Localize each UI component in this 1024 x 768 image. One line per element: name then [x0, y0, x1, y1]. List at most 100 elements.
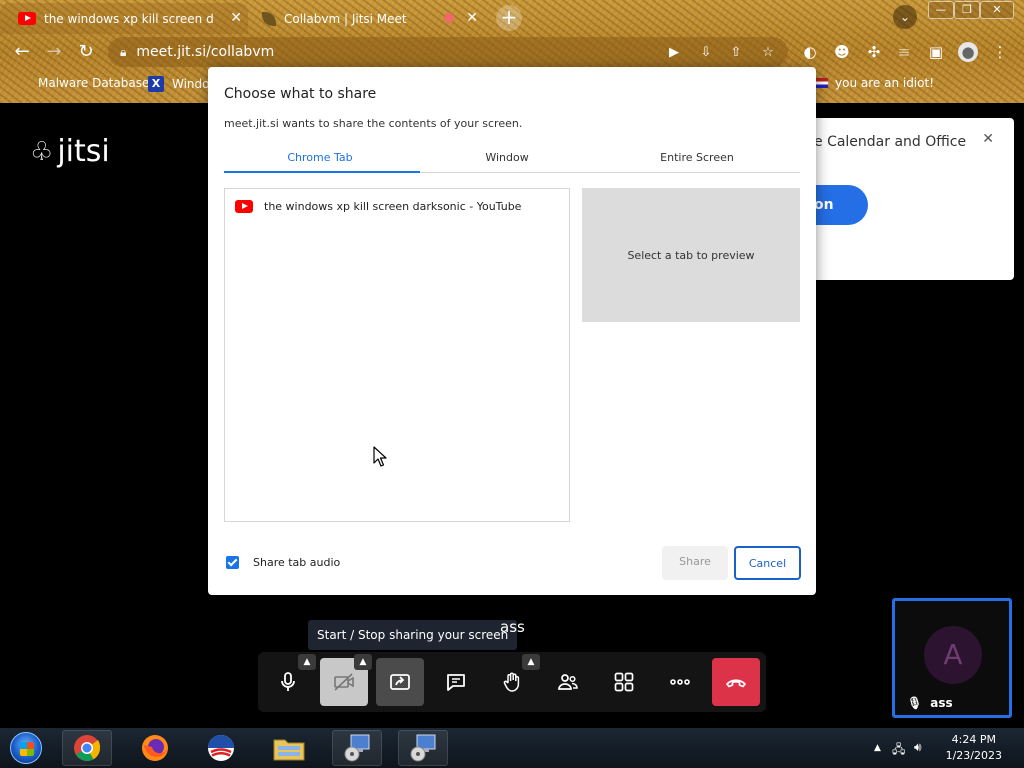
bookmark-windows[interactable]: X Windo	[148, 76, 210, 92]
jitsi-logo[interactable]: ♧ jitsi	[30, 134, 110, 169]
side-panel-icon[interactable]: ▣	[926, 42, 946, 62]
tab-title: the windows xp kill screen darksonic	[44, 11, 214, 26]
screenshare-button[interactable]	[376, 658, 424, 706]
cancel-button[interactable]: Cancel	[734, 546, 801, 580]
install-app-icon[interactable]: ⇩	[698, 45, 714, 61]
share-tab-audio-checkbox[interactable]: Share tab audio	[226, 556, 340, 569]
tab-entire-screen[interactable]: Entire Screen	[601, 151, 793, 164]
clock[interactable]: 4:24 PM 1/23/2023	[946, 732, 1002, 764]
recording-dot-icon	[444, 13, 454, 23]
tab-preview-pane: Select a tab to preview	[582, 188, 800, 322]
windows-start-orb-icon	[10, 732, 42, 764]
close-window-button[interactable]: ✕	[980, 1, 1014, 19]
more-actions-button[interactable]	[656, 658, 704, 706]
taskbar-vm-app-2[interactable]	[398, 730, 448, 766]
chrome-icon	[74, 735, 101, 761]
minimize-button[interactable]: —	[928, 1, 954, 19]
reload-icon[interactable]: ↻	[74, 40, 98, 64]
bookmark-star-icon[interactable]: ☆	[760, 45, 776, 61]
close-tab-icon[interactable]: ✕	[230, 10, 242, 26]
participants-icon	[558, 674, 578, 690]
jitsi-mark-icon: ♧	[30, 136, 54, 167]
taskbar-explorer[interactable]	[264, 730, 314, 766]
tile-view-icon	[614, 672, 634, 692]
circle-logo-icon	[208, 735, 234, 761]
reactions-chevron-icon[interactable]: ▲	[522, 654, 540, 670]
tab-strip: the windows xp kill screen darksonic ✕ C…	[0, 0, 1024, 34]
reading-list-icon[interactable]: ≡	[894, 42, 914, 62]
avatar: A	[924, 626, 982, 684]
close-tab-icon[interactable]: ✕	[466, 10, 478, 26]
tab-title: Collabvm | Jitsi Meet	[284, 11, 407, 26]
camera-off-icon	[334, 673, 354, 691]
restore-button[interactable]: ❐	[954, 1, 980, 19]
screenshare-tooltip: Start / Stop sharing your screen	[308, 620, 518, 650]
chrome-tab-list: the windows xp kill screen darksonic - Y…	[224, 188, 570, 522]
share-icon[interactable]: ⇧	[728, 45, 744, 61]
extension-avatar-icon[interactable]: ☻	[832, 42, 852, 62]
video-settings-chevron-icon[interactable]: ▲	[354, 654, 372, 670]
browser-toolbar: ← → ↻ 🔒︎ meet.jit.si/collabvm ▶ ⇩ ⇧ ☆ ◐ …	[0, 34, 1024, 70]
firefox-icon	[142, 735, 168, 761]
extensions-puzzle-icon[interactable]: ✣	[864, 42, 884, 62]
youtube-icon	[18, 12, 36, 25]
taskbar-chrome[interactable]	[62, 730, 112, 766]
taskbar-firefox[interactable]	[130, 730, 180, 766]
new-tab-button[interactable]: +	[496, 5, 522, 31]
chat-icon	[447, 674, 465, 691]
bookmark-you-are-an-idiot[interactable]: you are an idiot!	[816, 76, 934, 90]
folder-icon	[273, 739, 305, 761]
taskbar-vm-app[interactable]	[332, 730, 382, 766]
profile-icon[interactable]: ●	[958, 42, 978, 62]
checkbox-checked-icon[interactable]	[226, 556, 239, 569]
hangup-phone-icon	[726, 679, 746, 688]
x-bookmark-icon: X	[148, 76, 164, 92]
mouse-cursor-icon	[373, 446, 387, 467]
address-bar[interactable]: 🔒︎ meet.jit.si/collabvm ▶ ⇩ ⇧ ☆	[108, 37, 788, 67]
camera-in-use-icon[interactable]: ▶	[666, 45, 682, 61]
forward-arrow-icon[interactable]: →	[42, 40, 66, 64]
menu-kebab-icon[interactable]: ⋮	[990, 42, 1010, 62]
show-hidden-icons-chevron-icon[interactable]: ▲	[874, 743, 881, 753]
share-screen-dialog: Choose what to share meet.jit.si wants t…	[208, 67, 816, 595]
meeting-toolbar: ▲ ▲ ▲	[258, 652, 766, 712]
tab-search-chevron-icon[interactable]: ⌄	[893, 5, 917, 29]
browser-tab-jitsi[interactable]: Collabvm | Jitsi Meet ✕	[244, 3, 484, 34]
chat-button[interactable]	[432, 658, 480, 706]
more-dots-icon	[670, 679, 690, 685]
extension-flag-icon[interactable]: ◐	[800, 42, 820, 62]
participants-button[interactable]	[544, 658, 592, 706]
url-text: meet.jit.si/collabvm	[136, 44, 275, 60]
back-arrow-icon[interactable]: ←	[10, 40, 34, 64]
thumbnail-name: 🎙︎ ass	[907, 696, 953, 710]
network-icon[interactable]: 🖧︎	[892, 740, 905, 761]
dialog-subtitle: meet.jit.si wants to share the contents …	[224, 117, 523, 130]
volume-icon[interactable]: 🔊︎	[914, 740, 922, 755]
tile-view-button[interactable]	[600, 658, 648, 706]
share-source-tabs: Chrome Tab Window Entire Screen	[224, 147, 800, 173]
computer-disc-icon	[410, 734, 436, 762]
microphone-icon	[281, 672, 295, 691]
youtube-icon	[235, 200, 253, 213]
promo-text: e Calendar and Office	[814, 134, 967, 150]
start-button[interactable]	[4, 730, 48, 766]
jitsi-favicon-icon	[262, 11, 276, 26]
bookmark-malware-database[interactable]: Malware Database	[38, 76, 149, 90]
list-item[interactable]: the windows xp kill screen darksonic - Y…	[235, 200, 521, 213]
taskbar: ▲ 🖧︎ 🔊︎ 4:24 PM 1/23/2023	[0, 728, 1024, 768]
close-icon[interactable]: ✕	[982, 131, 994, 147]
participant-thumbnail[interactable]: A 🎙︎ ass	[892, 598, 1012, 718]
tab-window[interactable]: Window	[411, 151, 603, 164]
browser-tab-youtube[interactable]: the windows xp kill screen darksonic ✕	[0, 3, 248, 34]
computer-disc-icon	[344, 734, 370, 762]
raise-hand-icon	[503, 672, 520, 692]
hangup-button[interactable]	[712, 658, 760, 706]
dialog-title: Choose what to share	[224, 86, 377, 102]
audio-settings-chevron-icon[interactable]: ▲	[298, 654, 316, 670]
share-button[interactable]: Share	[662, 546, 728, 580]
active-tab-indicator	[224, 171, 420, 173]
tab-chrome-tab[interactable]: Chrome Tab	[224, 151, 416, 164]
local-participant-name: ass	[500, 618, 525, 636]
mic-muted-icon: 🎙︎	[907, 696, 923, 710]
taskbar-edge[interactable]	[196, 730, 246, 766]
